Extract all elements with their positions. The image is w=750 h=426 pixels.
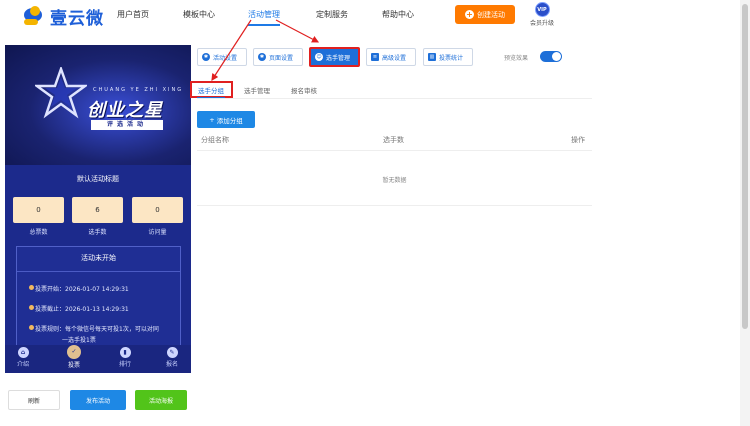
- tab-player-management[interactable]: 选手管理: [244, 85, 270, 95]
- player-management-button[interactable]: ☺ 选手管理: [309, 47, 360, 67]
- logo-text: 壹云微: [50, 8, 104, 29]
- create-activity-button[interactable]: + 创建活动: [455, 5, 515, 24]
- banner-badge: 评选活动: [91, 120, 163, 130]
- advanced-settings-button[interactable]: ≡ 高级设置: [366, 48, 416, 66]
- vote-rule: 投票规则：每个微信号每天可投1次，可以对同: [29, 324, 159, 333]
- vip-icon: VIP: [534, 2, 550, 17]
- active-tab-underline: [197, 97, 225, 98]
- plus-icon: +: [209, 115, 215, 124]
- vote-start: 投票开始：2026-01-07 14:29:31: [29, 284, 129, 293]
- nav-item-activity[interactable]: 活动管理: [248, 9, 280, 20]
- empty-state: 暂无数据: [382, 177, 407, 184]
- page-settings-button[interactable]: ✱ 页面设置: [253, 48, 303, 66]
- column-header-player-count: 选手数: [383, 136, 404, 144]
- phone-tab-ranking[interactable]: ▮ 排行: [110, 347, 140, 368]
- chart-icon: ▥: [428, 53, 436, 61]
- table-header-divider: [197, 150, 592, 151]
- banner-subtitle: CHUANG YE ZHI XING: [93, 87, 184, 93]
- preview-toggle[interactable]: [540, 51, 562, 62]
- vote-rule-cont: 一选手投1票: [62, 337, 96, 344]
- tab-signup-review[interactable]: 报名审核: [291, 85, 317, 95]
- phone-tabbar: ⌂ 介绍 ✓ 投票 ▮ 排行 ✎ 报名: [5, 345, 191, 373]
- top-nav: 壹云微 用户首页 模板中心 活动管理 定制服务 帮助中心 + 创建活动 VIP …: [0, 0, 750, 32]
- scrollbar[interactable]: [740, 0, 750, 426]
- vote-icon: ✓: [67, 345, 81, 359]
- table-footer-divider: [197, 205, 592, 206]
- scrollbar-thumb[interactable]: [742, 4, 748, 329]
- highlight-box: [190, 81, 233, 98]
- phone-tab-signup[interactable]: ✎ 报名: [157, 347, 187, 368]
- vote-stats-button[interactable]: ▥ 投票统计: [423, 48, 473, 66]
- add-group-button[interactable]: + 添加分组: [197, 111, 255, 128]
- stat-votes-value: 0: [13, 197, 64, 223]
- phone-tab-vote[interactable]: ✓ 投票: [59, 345, 89, 369]
- activity-settings-button[interactable]: ✱ 活动设置: [197, 48, 247, 66]
- phone-tab-intro[interactable]: ⌂ 介绍: [8, 347, 38, 368]
- column-header-actions: 操作: [571, 136, 585, 144]
- publish-button[interactable]: 发布活动: [70, 390, 126, 410]
- create-activity-label: 创建活动: [477, 10, 505, 19]
- plus-icon: +: [465, 10, 474, 19]
- star-icon: [35, 67, 87, 119]
- vip-label: 会员升级: [529, 20, 554, 27]
- nav-item-custom[interactable]: 定制服务: [316, 9, 348, 20]
- nav-item-templates[interactable]: 模板中心: [183, 9, 215, 20]
- add-group-label: 添加分组: [216, 116, 243, 125]
- home-icon: ⌂: [17, 347, 29, 358]
- stat-players-label: 选手数: [88, 229, 107, 236]
- phone-preview: CHUANG YE ZHI XING 创业之星 评选活动 默认活动标题 0 6 …: [5, 45, 191, 373]
- divider: [17, 271, 180, 272]
- logo-icon: [22, 6, 46, 26]
- column-header-group-name: 分组名称: [201, 136, 229, 144]
- gear-icon: ✱: [258, 53, 266, 61]
- signup-icon: ✎: [166, 347, 178, 358]
- vote-end: 投票截止：2026-01-13 14:29:31: [29, 304, 129, 313]
- activity-title: 默认活动标题: [77, 175, 119, 183]
- sliders-icon: ≡: [371, 53, 379, 61]
- refresh-button[interactable]: 刷新: [8, 390, 60, 410]
- stat-votes-label: 总票数: [29, 229, 48, 236]
- banner-title: 创业之星: [87, 100, 163, 121]
- nav-item-help[interactable]: 帮助中心: [382, 9, 414, 20]
- activity-status: 活动未开始: [81, 254, 116, 262]
- toggle-knob: [552, 52, 561, 61]
- nav-active-underline: [248, 24, 280, 26]
- bullet-icon: [29, 285, 34, 290]
- vip-upgrade[interactable]: VIP 会员升级: [527, 2, 557, 27]
- logo[interactable]: 壹云微: [22, 5, 104, 29]
- tabs-divider: [197, 98, 592, 99]
- gear-icon: ✱: [202, 53, 210, 61]
- stat-visits-label: 访问量: [148, 229, 167, 236]
- users-icon: ☺: [315, 53, 323, 61]
- preview-label: 预览效果: [504, 55, 529, 62]
- nav-item-home[interactable]: 用户首页: [117, 9, 149, 20]
- bullet-icon: [29, 305, 34, 310]
- stat-players-value: 6: [72, 197, 123, 223]
- stat-visits-value: 0: [132, 197, 183, 223]
- ranking-icon: ▮: [119, 347, 131, 358]
- poster-button[interactable]: 活动海报: [135, 390, 187, 410]
- phone-banner: CHUANG YE ZHI XING 创业之星 评选活动: [5, 45, 191, 165]
- bullet-icon: [29, 325, 34, 330]
